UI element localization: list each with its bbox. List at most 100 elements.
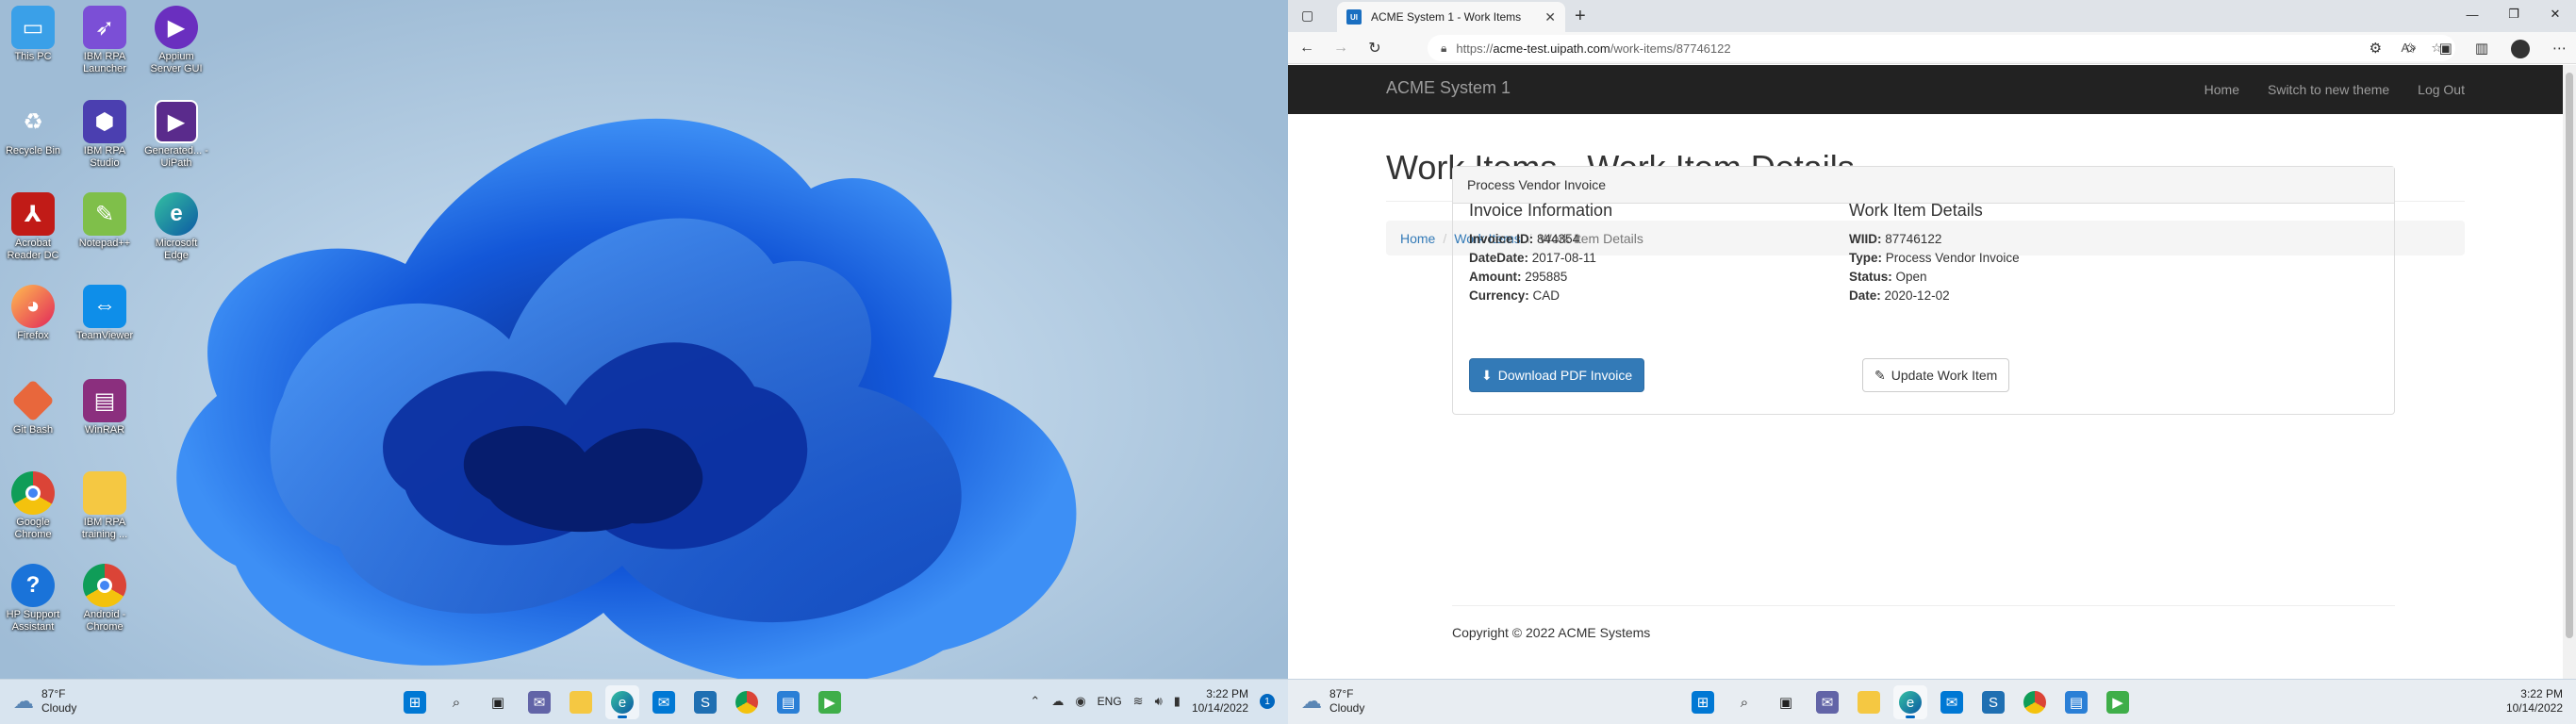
desktop-icon-ibm-rpa-launcher[interactable]: ➶ IBM RPA Launcher — [72, 0, 138, 75]
battery-icon[interactable]: ▮ — [1174, 694, 1181, 709]
back-button[interactable]: ← — [1294, 38, 1320, 58]
more-menu-icon[interactable]: ⋯ — [2552, 40, 2567, 58]
site-brand[interactable]: ACME System 1 — [1386, 78, 1511, 98]
desktop-icon-android-chrome[interactable]: Android - Chrome — [72, 558, 138, 634]
search-button[interactable]: ⌕ — [439, 685, 473, 719]
new-tab-button[interactable]: + — [1575, 6, 1586, 27]
app-s-button-right[interactable]: S — [1976, 685, 2010, 719]
folder-icon — [570, 691, 592, 714]
start-button[interactable]: ⊞ — [398, 685, 432, 719]
desktop-icon-hp-support[interactable]: ? HP Support Assistant — [0, 558, 66, 634]
desktop-icon-chrome[interactable]: Google Chrome — [0, 466, 66, 541]
winrar-icon: ▤ — [83, 379, 126, 422]
notes-icon: ▤ — [777, 691, 800, 714]
tab-acme-work-items[interactable]: UI ACME System 1 - Work Items ✕ — [1337, 2, 1565, 32]
cloud-icon: ☁ — [1301, 689, 1322, 713]
desktop-icon-notepadpp[interactable]: ✎ Notepad++ — [72, 187, 138, 250]
close-window-button[interactable]: ✕ — [2535, 0, 2576, 28]
close-tab-icon[interactable]: ✕ — [1544, 9, 1556, 25]
work-item-panel: Process Vendor Invoice Invoice Informati… — [1452, 166, 2395, 415]
chevron-up-icon[interactable]: ⌃ — [1030, 694, 1040, 709]
nav-home-link[interactable]: Home — [2204, 82, 2239, 97]
start-button-right[interactable]: ⊞ — [1686, 685, 1720, 719]
notes-button[interactable]: ▤ — [771, 685, 805, 719]
app-s-icon: S — [1982, 691, 2005, 714]
invoice-date-row: DateDate: 2017-08-11 — [1469, 251, 1596, 265]
work-item-details-column: Work Item Details WIID: 87746122 Type: P… — [1849, 201, 2207, 305]
weather-widget-right[interactable]: ☁ 87°F Cloudy — [1301, 687, 1364, 716]
notification-badge[interactable]: 1 — [1260, 694, 1275, 709]
uipath-icon: ▶ — [155, 100, 198, 143]
desktop-icon-acrobat[interactable]: ⅄ Acrobat Reader DC — [0, 187, 66, 262]
search-button-right[interactable]: ⌕ — [1727, 685, 1761, 719]
wifi-icon[interactable]: ≋ — [1133, 694, 1144, 709]
maximize-button[interactable]: ❐ — [2493, 0, 2535, 28]
sidebar-icon[interactable]: ▥ — [2475, 40, 2488, 58]
chat-icon: ✉ — [528, 691, 551, 714]
invoice-currency-row: Currency: CAD — [1469, 288, 1560, 303]
desktop-icon-git-bash[interactable]: Git Bash — [0, 373, 66, 436]
forward-button[interactable]: → — [1328, 38, 1354, 58]
breadcrumb-home[interactable]: Home — [1400, 231, 1435, 246]
clock-right[interactable]: 3:22 PM 10/14/2022 — [2506, 687, 2563, 716]
desktop-icon-ibm-rpa-studio[interactable]: ⬢ IBM RPA Studio — [72, 94, 138, 170]
weather-desc: Cloudy — [41, 701, 77, 715]
app-s-icon: S — [694, 691, 717, 714]
desktop-icon-winrar[interactable]: ▤ WinRAR — [72, 373, 138, 436]
volume-icon[interactable]: 🔊︎ — [1155, 694, 1163, 709]
notes-button-right[interactable]: ▤ — [2059, 685, 2093, 719]
file-explorer-button[interactable] — [564, 685, 598, 719]
desktop-icon-appium[interactable]: ▶ Appium Server GUI — [143, 0, 209, 75]
tab-actions-icon[interactable]: ▢ — [1301, 8, 1313, 24]
green-app-button-right[interactable]: ▶ — [2101, 685, 2135, 719]
desktop-icon-recycle-bin[interactable]: ♻ Recycle Bin — [0, 94, 66, 157]
refresh-button[interactable]: ↻ — [1362, 38, 1388, 58]
nav-switch-theme-link[interactable]: Switch to new theme — [2268, 82, 2389, 97]
page-scrollbar[interactable] — [2563, 65, 2576, 679]
task-view-button[interactable]: ▣ — [481, 685, 515, 719]
minimize-button[interactable]: — — [2452, 0, 2493, 28]
desktop-icon-teamviewer[interactable]: ⇔ TeamViewer — [72, 279, 138, 342]
app-s-button[interactable]: S — [688, 685, 722, 719]
teams-chat-button[interactable]: ✉ — [522, 685, 556, 719]
url-input[interactable]: 🔒︎ https://acme-test.uipath.com/work-ite… — [1428, 35, 2455, 61]
chrome-icon — [2023, 691, 2046, 714]
collections-icon[interactable]: ▣ — [2439, 40, 2452, 58]
invoice-info-column: Invoice Information Invoice ID: 844354 D… — [1469, 201, 1827, 305]
edge-taskbar-button[interactable]: e — [605, 685, 639, 719]
green-app-icon: ▶ — [818, 691, 841, 714]
weather-widget[interactable]: ☁ 87°F Cloudy — [13, 687, 76, 716]
network-icon[interactable]: ◉ — [1075, 694, 1085, 709]
update-work-item-button[interactable]: ✎ Update Work Item — [1862, 358, 2010, 392]
onedrive-icon[interactable]: ☁ — [1051, 694, 1064, 709]
chrome-taskbar-button-right[interactable] — [2018, 685, 2052, 719]
mail-button-right[interactable]: ✉ — [1935, 685, 1969, 719]
chrome-taskbar-button[interactable] — [730, 685, 764, 719]
profile-avatar[interactable] — [2511, 40, 2530, 58]
status-row: Status: Open — [1849, 270, 1927, 284]
file-explorer-button-right[interactable] — [1852, 685, 1886, 719]
desktop-icon-firefox[interactable]: ◕ Firefox — [0, 279, 66, 342]
clock[interactable]: 3:22 PM 10/14/2022 — [1192, 687, 1248, 716]
favorites-icon[interactable]: ✩ — [2404, 40, 2417, 58]
language-indicator[interactable]: ENG — [1098, 695, 1122, 708]
desktop-icon-edge[interactable]: e Microsoft Edge — [143, 187, 209, 262]
edge-taskbar-button-right[interactable]: e — [1893, 685, 1927, 719]
task-view-button-right[interactable]: ▣ — [1769, 685, 1803, 719]
windows-logo-icon: ⊞ — [404, 691, 426, 714]
window-controls: — ❐ ✕ — [2452, 0, 2576, 28]
green-app-button[interactable]: ▶ — [813, 685, 847, 719]
chrome-icon — [83, 564, 126, 607]
task-view-icon: ▣ — [490, 695, 505, 711]
extensions-icon[interactable]: ⚙ — [2370, 40, 2382, 58]
teams-chat-button-right[interactable]: ✉ — [1810, 685, 1844, 719]
desktop-icon-folder-training[interactable]: IBM RPA training ... — [72, 466, 138, 541]
mail-button[interactable]: ✉ — [647, 685, 681, 719]
chrome-icon — [11, 471, 55, 515]
desktop-icon-uipath-generated[interactable]: ▶ Generated... - UiPath — [143, 94, 209, 170]
edge-icon: e — [155, 192, 198, 236]
nav-logout-link[interactable]: Log Out — [2418, 82, 2465, 97]
edge-icon: e — [1899, 691, 1922, 714]
desktop-icon-this-pc[interactable]: ▭ This PC — [0, 0, 66, 63]
download-pdf-invoice-button[interactable]: ⬇ Download PDF Invoice — [1469, 358, 1645, 392]
